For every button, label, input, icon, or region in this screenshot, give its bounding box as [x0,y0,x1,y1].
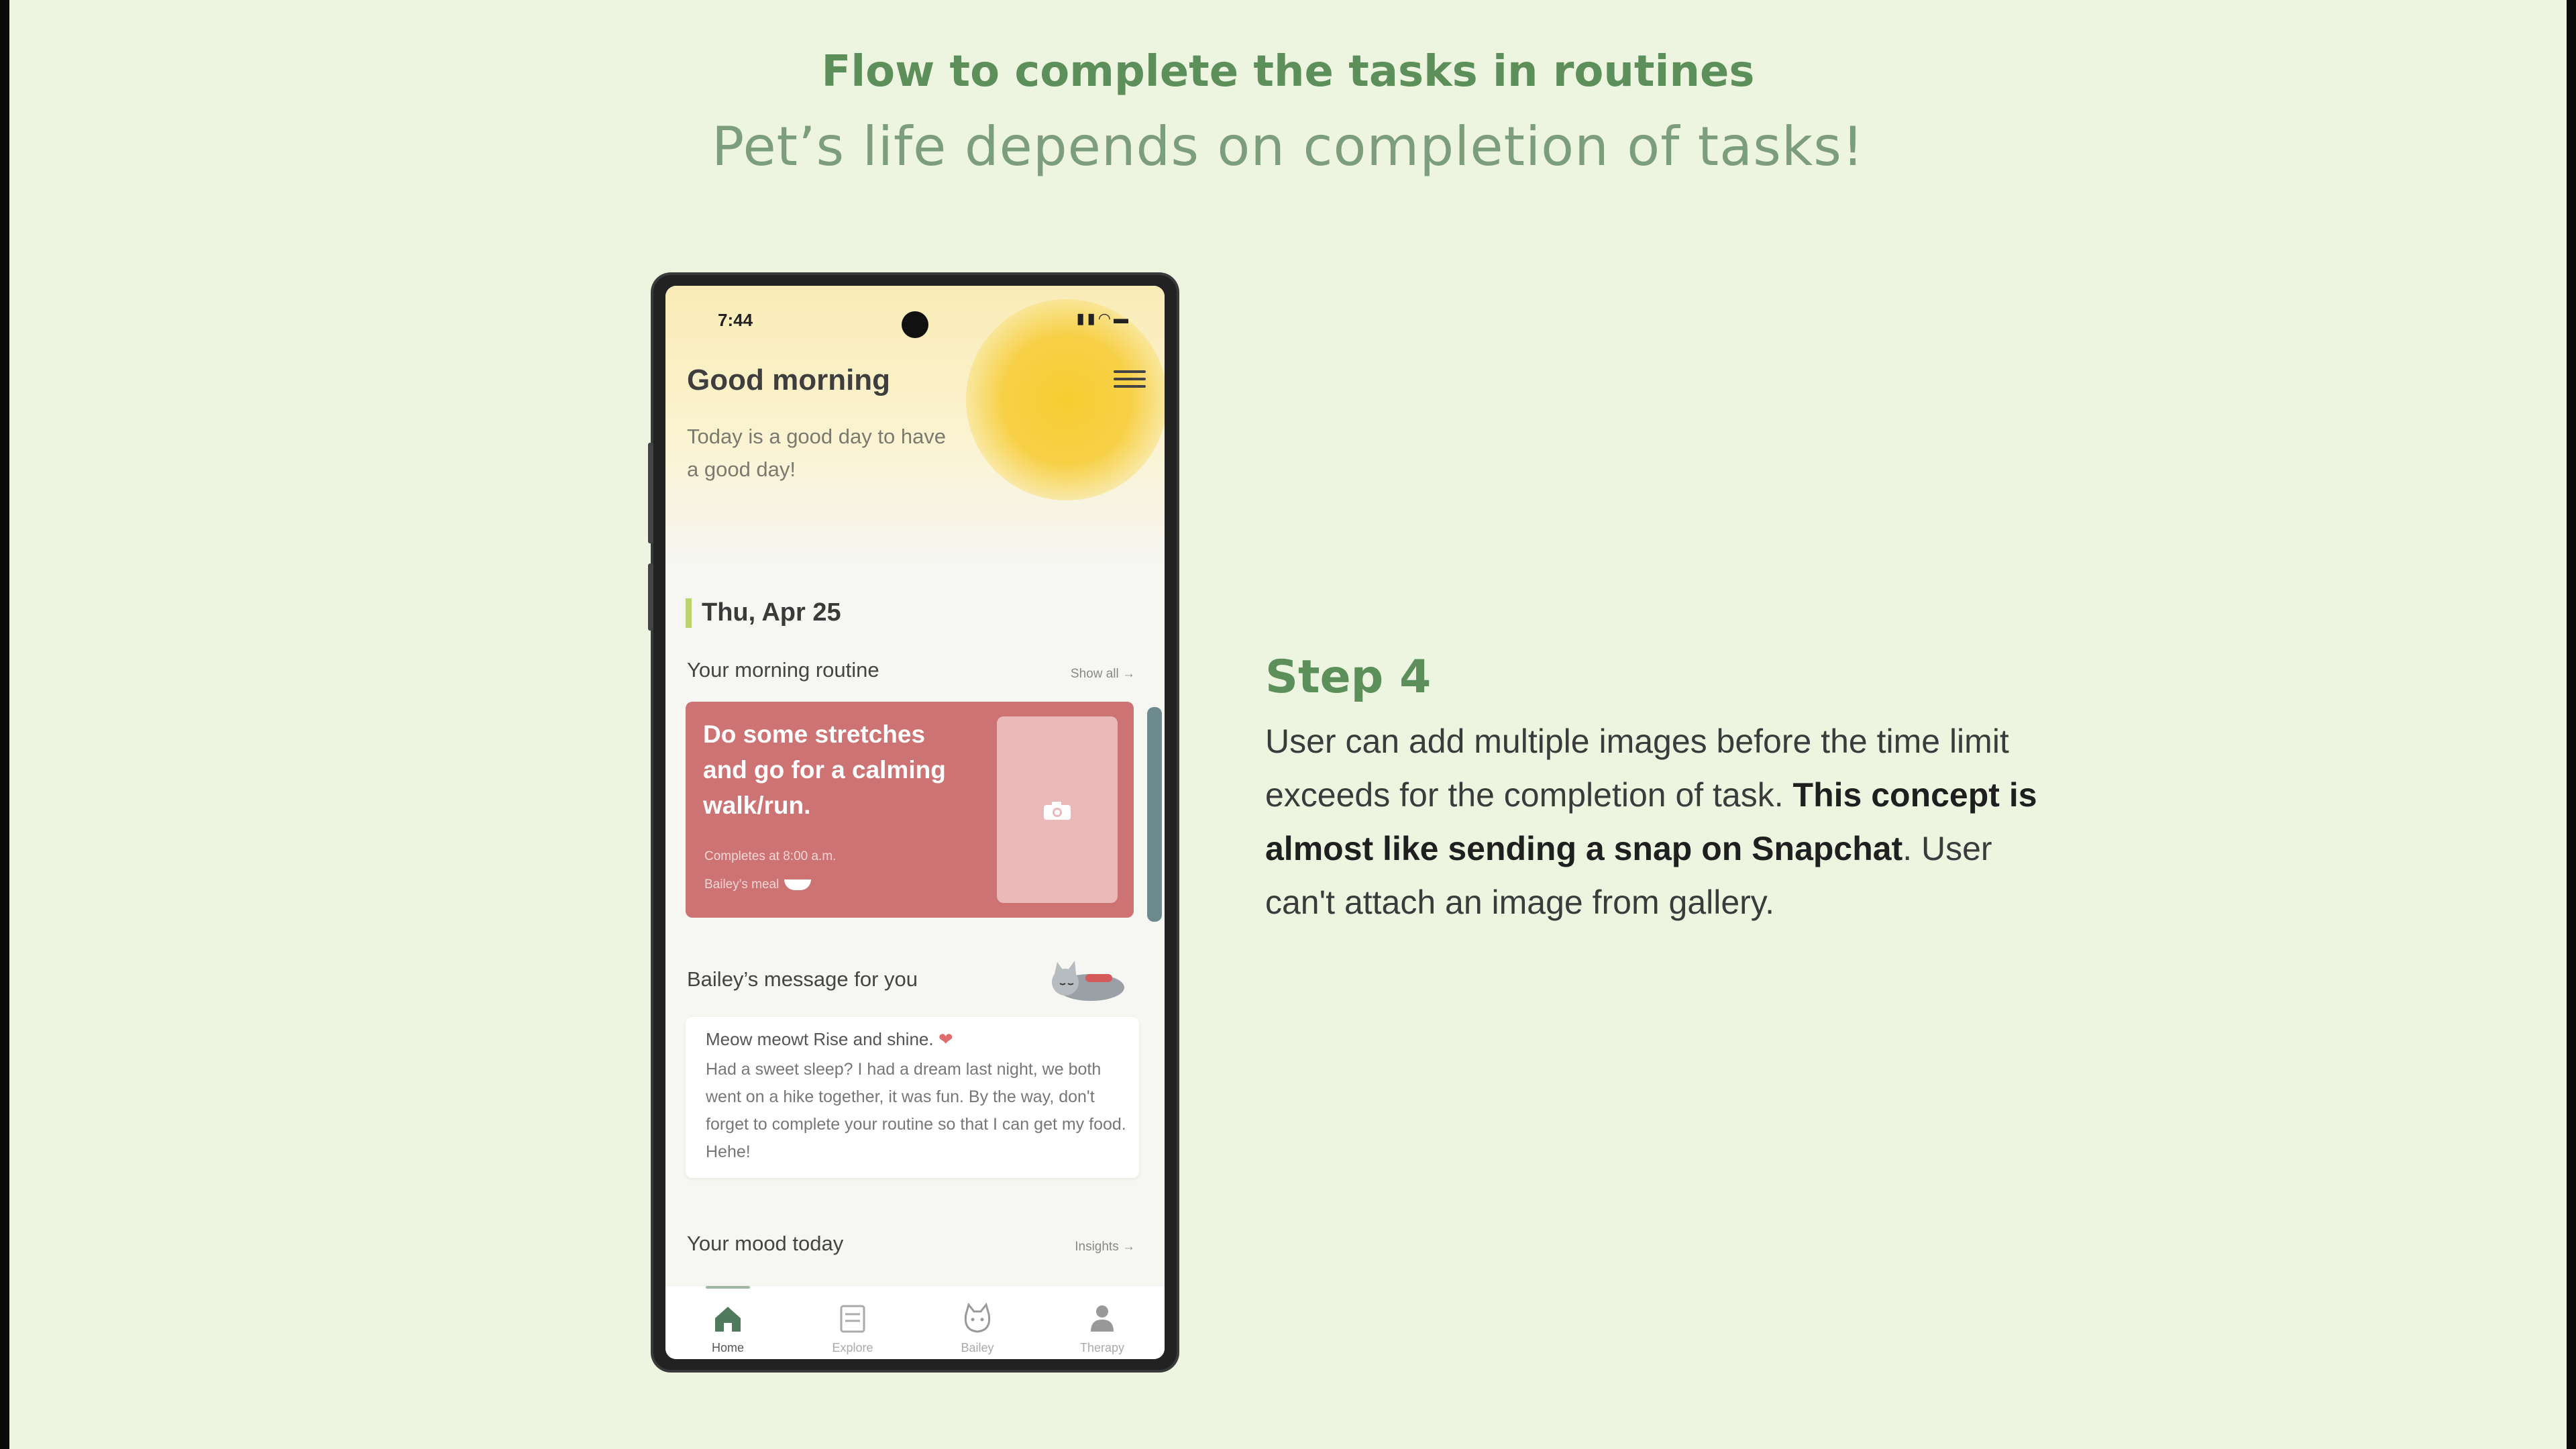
nav-home[interactable]: Home [665,1286,790,1359]
routine-title: Your morning routine [687,658,879,682]
status-time: 7:44 [718,310,753,330]
home-icon [715,1307,741,1332]
phone-side-button [648,564,653,631]
nav-explore[interactable]: Explore [790,1286,915,1359]
task-meal-row: Bailey's meal [704,877,812,892]
greeting: Good morning [687,364,891,396]
step-description: Step 4 User can add multiple images befo… [1265,651,2070,929]
add-photo-button[interactable] [997,716,1118,903]
message-greeting: Meow meowt Rise and shine. [706,1029,934,1049]
step-body: User can add multiple images before the … [1265,714,2070,929]
bowl-icon [784,879,812,890]
nav-label: Home [711,1341,744,1354]
mood-title: Your mood today [687,1232,844,1255]
nav-therapy[interactable]: Therapy [1040,1286,1165,1359]
date-accent-bar [686,598,692,628]
task-completes-time: Completes at 8:00 a.m. [704,849,837,863]
message-title: Bailey’s message for you [687,967,918,991]
scrollbar[interactable] [1147,707,1162,922]
wifi-icon: ◠ [1097,310,1114,327]
show-all-link[interactable]: Show all → [1071,667,1135,682]
sleeping-cat-icon [1052,961,1124,1001]
explore-icon [840,1305,865,1333]
slide-background: Flow to complete the tasks in routines P… [9,0,2567,1449]
tagline: Today is a good day to have a good day! [687,425,947,481]
message-first-line: Meow meowt Rise and shine. ❤ [706,1029,953,1050]
step-title: Step 4 [1265,651,1432,704]
phone-side-button [648,443,653,543]
task-card[interactable]: Do some stretches and go for a calming w… [686,702,1134,918]
heart-icon: ❤ [938,1029,953,1049]
battery-icon: ▬ [1114,310,1131,327]
phone-mockup: 7:44 ▮▮◠▬ Good morning Today is a good d… [648,275,1177,1370]
bottom-nav: Home Explore Bailey Therapy [665,1285,1165,1359]
message-body: Had a sweet sleep? I had a dream last ni… [706,1060,1126,1161]
cat-face-icon [964,1302,991,1333]
task-text: Do some stretches and go for a calming w… [703,720,946,819]
front-camera [902,311,928,338]
nav-label: Explore [832,1341,873,1354]
phone-screen: 7:44 ▮▮◠▬ Good morning Today is a good d… [665,286,1165,1359]
slide-subtitle: Pet’s life depends on completion of task… [712,115,1864,178]
nav-label: Bailey [961,1341,994,1354]
insights-link[interactable]: Insights → [1075,1240,1135,1254]
camera-icon [1044,802,1071,820]
menu-icon[interactable] [1114,370,1146,390]
signal-icon: ▮▮ [1076,310,1098,327]
status-icons: ▮▮◠▬ [1077,310,1131,327]
slide-title: Flow to complete the tasks in routines [821,47,1755,97]
nav-bailey[interactable]: Bailey [915,1286,1040,1359]
person-icon [1091,1305,1114,1332]
sun-illustration [966,299,1165,500]
nav-label: Therapy [1079,1341,1125,1354]
message-card: Meow meowt Rise and shine. ❤ Had a sweet… [686,1017,1139,1178]
task-meal-label: Bailey's meal [704,877,780,892]
current-date: Thu, Apr 25 [702,598,841,627]
